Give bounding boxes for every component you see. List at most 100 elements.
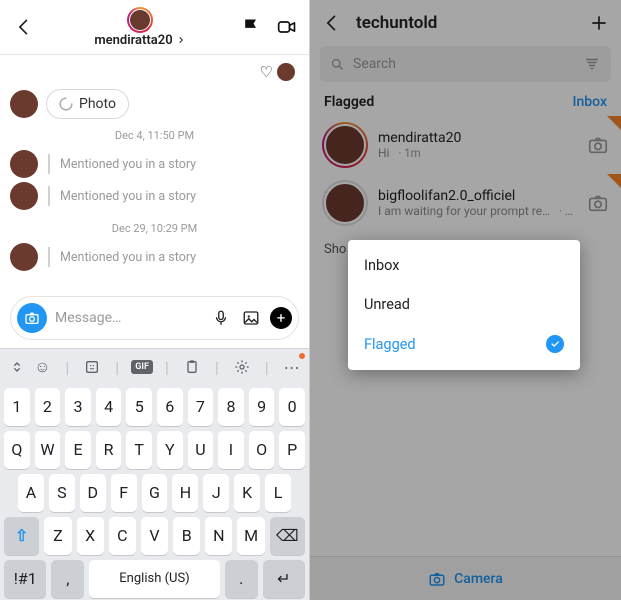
filter-icon[interactable] <box>583 55 601 73</box>
header-avatar <box>127 7 153 33</box>
kbd-expand-icon[interactable] <box>6 359 29 375</box>
key[interactable]: B <box>173 517 200 555</box>
key[interactable]: C <box>109 517 136 555</box>
key[interactable]: J <box>203 474 229 512</box>
mic-button[interactable] <box>210 309 232 327</box>
mic-icon <box>212 309 230 327</box>
filter-option-label: Inbox <box>364 257 399 274</box>
conversation-row[interactable]: mendiratta20 Hi · 1m <box>310 116 621 174</box>
key[interactable]: E <box>65 431 91 469</box>
comma-key[interactable]: , <box>51 560 84 598</box>
story-mention[interactable]: Mentioned you in a story <box>60 189 196 204</box>
search-bar[interactable]: Search <box>320 46 611 82</box>
key[interactable]: A <box>18 474 44 512</box>
keyboard: ☺ | | GIF | | | ⋯ 1234567890 QWERTYUIOP … <box>0 348 309 600</box>
section-header: Flagged Inbox <box>310 82 621 116</box>
arrow-left-icon <box>322 13 342 33</box>
key[interactable]: U <box>188 431 214 469</box>
period-key[interactable]: . <box>225 560 258 598</box>
more-icon[interactable]: ⋯ <box>280 358 303 377</box>
back-button[interactable] <box>10 17 38 37</box>
inbox-title[interactable]: techuntold <box>356 13 575 33</box>
conversation-row[interactable]: bigfloolifan2.0_officiel I am waiting fo… <box>310 174 621 232</box>
key[interactable]: 0 <box>279 388 305 426</box>
backspace-key[interactable]: ⌫ <box>270 517 305 555</box>
key[interactable]: D <box>80 474 106 512</box>
key[interactable]: Y <box>157 431 183 469</box>
key[interactable]: Q <box>4 431 30 469</box>
gif-icon[interactable]: GIF <box>131 360 154 374</box>
camera-button[interactable] <box>17 303 47 333</box>
conversation-camera-icon[interactable] <box>587 192 609 214</box>
key[interactable]: 8 <box>218 388 244 426</box>
symbols-key[interactable]: !#1 <box>4 560 46 598</box>
flag-icon[interactable] <box>241 17 261 37</box>
heart-icon[interactable]: ♡ <box>260 63 273 81</box>
key[interactable]: 4 <box>96 388 122 426</box>
new-message-button[interactable] <box>589 13 609 33</box>
chat-title[interactable]: mendiratta20 <box>38 7 241 48</box>
filter-option[interactable]: Unread <box>348 285 580 324</box>
key[interactable]: P <box>279 431 305 469</box>
chat-header: mendiratta20 <box>0 0 309 55</box>
key[interactable]: V <box>141 517 168 555</box>
sender-avatar[interactable] <box>10 243 38 271</box>
key-row-1: 1234567890 <box>0 385 309 428</box>
message-input[interactable]: Message… <box>55 310 202 326</box>
key[interactable]: R <box>96 431 122 469</box>
key[interactable]: Z <box>44 517 71 555</box>
key[interactable]: 7 <box>188 388 214 426</box>
camera-icon <box>428 570 446 588</box>
key[interactable]: 9 <box>249 388 275 426</box>
enter-key[interactable]: ↵ <box>263 560 305 598</box>
space-key[interactable]: English (US) <box>89 560 220 598</box>
sender-avatar[interactable] <box>10 182 38 210</box>
key[interactable]: K <box>234 474 260 512</box>
add-button[interactable]: + <box>270 307 292 329</box>
key[interactable]: S <box>49 474 75 512</box>
photo-message[interactable]: Photo <box>46 89 129 119</box>
camera-bar[interactable]: Camera <box>310 556 621 600</box>
inbox-header: techuntold <box>310 0 621 46</box>
key[interactable]: 6 <box>157 388 183 426</box>
sender-avatar[interactable] <box>10 90 38 118</box>
filter-option[interactable]: Inbox <box>348 246 580 285</box>
key[interactable]: T <box>126 431 152 469</box>
key[interactable]: N <box>205 517 232 555</box>
key[interactable]: 5 <box>126 388 152 426</box>
photo-loading-icon <box>59 97 73 111</box>
key[interactable]: M <box>237 517 264 555</box>
key-row-2: QWERTYUIOP <box>0 428 309 471</box>
shift-key[interactable]: ⇧ <box>4 517 39 555</box>
key[interactable]: 1 <box>4 388 30 426</box>
key[interactable]: W <box>35 431 61 469</box>
key[interactable]: O <box>249 431 275 469</box>
key[interactable]: I <box>218 431 244 469</box>
key[interactable]: F <box>111 474 137 512</box>
key[interactable]: H <box>172 474 198 512</box>
key[interactable]: L <box>265 474 291 512</box>
back-button[interactable] <box>322 13 342 33</box>
section-link[interactable]: Inbox <box>573 94 607 110</box>
notification-dot <box>299 353 305 359</box>
key-row-3: ASDFGHJKL <box>0 471 309 514</box>
sender-avatar[interactable] <box>10 150 38 178</box>
story-mention[interactable]: Mentioned you in a story <box>60 157 196 172</box>
story-mention[interactable]: Mentioned you in a story <box>60 250 196 265</box>
key[interactable]: G <box>142 474 168 512</box>
search-placeholder: Search <box>353 56 396 72</box>
conversation-camera-icon[interactable] <box>587 134 609 156</box>
filter-popup: Inbox UnreadFlagged <box>348 240 580 370</box>
flag-corner <box>607 174 621 188</box>
key[interactable]: 2 <box>35 388 61 426</box>
chat-username: mendiratta20 <box>94 33 172 48</box>
gallery-button[interactable] <box>240 309 262 327</box>
video-call-icon[interactable] <box>275 17 299 37</box>
key[interactable]: 3 <box>65 388 91 426</box>
emoji-icon[interactable]: ☺ <box>31 357 54 377</box>
filter-option[interactable]: Flagged <box>348 324 580 364</box>
key[interactable]: X <box>77 517 104 555</box>
sticker-icon[interactable] <box>81 359 104 375</box>
clipboard-icon[interactable] <box>180 359 203 375</box>
settings-icon[interactable] <box>230 359 253 375</box>
